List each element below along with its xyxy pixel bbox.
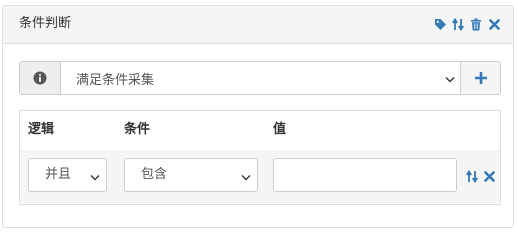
sort-icon[interactable] (451, 16, 465, 32)
panel-heading: 条件判断 (3, 6, 513, 44)
mode-select-value: 满足条件采集 (76, 72, 155, 88)
trash-icon[interactable] (469, 16, 483, 32)
chevron-down-icon (90, 171, 100, 186)
tag-icon[interactable] (433, 16, 447, 32)
condition-panel: 条件判断 满足条件采集 逻辑 条件 值 并且 包含 (2, 5, 514, 228)
value-input[interactable] (273, 158, 457, 192)
panel-tools (433, 16, 501, 32)
logic-select-value: 并且 (45, 167, 72, 182)
conditions-table: 逻辑 条件 值 并且 包含 (19, 110, 501, 205)
mode-input-group: 满足条件采集 (19, 61, 501, 95)
plus-icon (474, 72, 487, 84)
conditions-header: 逻辑 条件 值 (20, 111, 500, 150)
close-icon[interactable] (482, 168, 496, 184)
chevron-down-icon (445, 73, 455, 88)
mode-select[interactable]: 满足条件采集 (61, 62, 461, 94)
close-icon[interactable] (487, 16, 501, 32)
operator-select-value: 包含 (141, 167, 168, 182)
info-icon (20, 62, 61, 94)
panel-title: 条件判断 (19, 16, 72, 31)
logic-select[interactable]: 并且 (28, 158, 107, 192)
add-condition-button[interactable] (460, 62, 500, 94)
row-tools (465, 168, 496, 184)
header-condition: 条件 (124, 122, 151, 137)
chevron-down-icon (241, 171, 251, 186)
operator-select[interactable]: 包含 (124, 158, 258, 192)
condition-row: 并且 包含 (20, 150, 500, 203)
header-value: 值 (273, 122, 287, 137)
sort-icon[interactable] (465, 168, 479, 184)
header-logic: 逻辑 (28, 122, 55, 137)
